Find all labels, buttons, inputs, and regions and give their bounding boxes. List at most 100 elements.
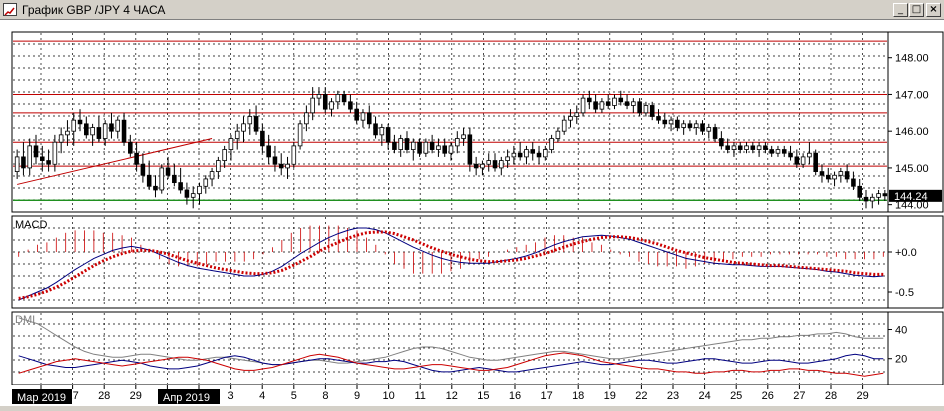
- candle-body: [14, 156, 20, 172]
- candle-body: [725, 145, 730, 150]
- close-button[interactable]: ×: [926, 3, 941, 17]
- candle-body: [473, 163, 479, 169]
- candle-body: [882, 193, 888, 197]
- candle-body: [354, 108, 359, 121]
- candle-body: [756, 145, 762, 150]
- date-label: 4: [259, 390, 265, 402]
- current-price-label: 144.24: [894, 191, 928, 203]
- candle-body: [366, 112, 372, 125]
- candle-body: [209, 171, 215, 180]
- price-panel[interactable]: 148.00147.00146.00145.00144.00144.24: [11, 31, 944, 213]
- macd-label: MACD: [15, 219, 47, 231]
- date-label: 15: [477, 390, 489, 402]
- maximize-button[interactable]: □: [909, 3, 924, 17]
- candle-body: [643, 105, 649, 114]
- candle-body: [832, 174, 837, 180]
- date-label: 24: [698, 390, 710, 402]
- candle-body: [65, 130, 70, 136]
- candle-body: [121, 119, 127, 143]
- candle-body: [668, 119, 674, 125]
- candle-body: [442, 145, 447, 154]
- candle-body: [272, 156, 278, 165]
- candle-body: [781, 149, 787, 154]
- date-label: 28: [825, 390, 837, 402]
- candle-body: [398, 138, 403, 150]
- candle-body: [605, 101, 611, 106]
- candle-body: [373, 123, 378, 136]
- candle-body: [417, 141, 422, 154]
- candle-body: [448, 145, 454, 154]
- candle-body: [71, 119, 77, 132]
- candle-body: [612, 97, 617, 106]
- candle-body: [467, 134, 473, 165]
- candle-body: [763, 145, 768, 150]
- candle-body: [77, 119, 83, 125]
- candle-body: [499, 160, 504, 169]
- candle-body: [322, 94, 328, 110]
- candle-body: [530, 149, 536, 154]
- candle-body: [266, 145, 271, 158]
- candle-body: [360, 112, 366, 121]
- candle-body: [599, 101, 605, 110]
- candle-body: [234, 130, 240, 139]
- candle-body: [869, 196, 875, 202]
- candle-body: [335, 94, 341, 103]
- date-label: 29: [856, 390, 868, 402]
- candle-body: [687, 123, 693, 128]
- candle-body: [33, 145, 39, 158]
- candle-body: [480, 163, 485, 169]
- candle-body: [876, 193, 881, 198]
- price-frame: [11, 31, 889, 213]
- macd-panel[interactable]: MACD +0.0 -0.5: [11, 215, 944, 309]
- candle-body: [241, 123, 246, 132]
- price-tick-label: 146.00: [895, 126, 929, 138]
- candle-body: [153, 185, 158, 191]
- candle-body: [260, 130, 265, 147]
- candle-body: [128, 141, 133, 154]
- candle-body: [580, 97, 586, 114]
- candle-body: [561, 119, 567, 132]
- candle-body: [693, 123, 699, 128]
- candle-body: [618, 97, 624, 103]
- candle-body: [517, 152, 523, 158]
- date-label: 26: [762, 390, 774, 402]
- minimize-button[interactable]: _: [893, 3, 908, 17]
- chart-window-icon: [3, 3, 17, 16]
- candle-body: [222, 149, 227, 161]
- candle-body: [555, 130, 561, 139]
- candle-body: [857, 185, 862, 198]
- candle-body: [379, 127, 385, 136]
- candle-body: [165, 167, 171, 176]
- dmi-panel[interactable]: DMI 40 20: [11, 311, 944, 386]
- date-label: 9: [354, 390, 360, 402]
- candle-body: [178, 182, 183, 191]
- candle-body: [316, 94, 322, 99]
- candle-body: [385, 127, 391, 143]
- candle-body: [662, 119, 668, 125]
- dmi-frame: [11, 311, 889, 386]
- candle-body: [436, 145, 441, 150]
- candle-body: [844, 171, 850, 180]
- candle-body: [247, 116, 253, 125]
- candle-body: [410, 141, 416, 150]
- candle-body: [769, 149, 774, 154]
- candle-body: [159, 167, 165, 191]
- price-tick-label: 147.00: [895, 89, 929, 101]
- candle-body: [813, 152, 818, 172]
- candle-body: [146, 174, 152, 187]
- candle-body: [838, 171, 844, 176]
- date-label: 10: [382, 390, 394, 402]
- candle-body: [511, 152, 517, 158]
- candle-body: [278, 163, 284, 169]
- candle-body: [505, 156, 510, 161]
- candle-body: [825, 174, 831, 180]
- window-title: График GBP /JPY 4 ЧАСА: [22, 3, 166, 17]
- chart-canvas[interactable]: 148.00147.00146.00145.00144.00144.24 MAC…: [0, 20, 944, 406]
- candle-body: [524, 149, 529, 158]
- date-label: 12: [446, 390, 458, 402]
- date-label: 28: [98, 390, 110, 402]
- month-label: Апр 2019: [163, 392, 210, 404]
- candle-body: [90, 127, 95, 136]
- candle-body: [310, 97, 315, 114]
- candle-body: [549, 138, 554, 150]
